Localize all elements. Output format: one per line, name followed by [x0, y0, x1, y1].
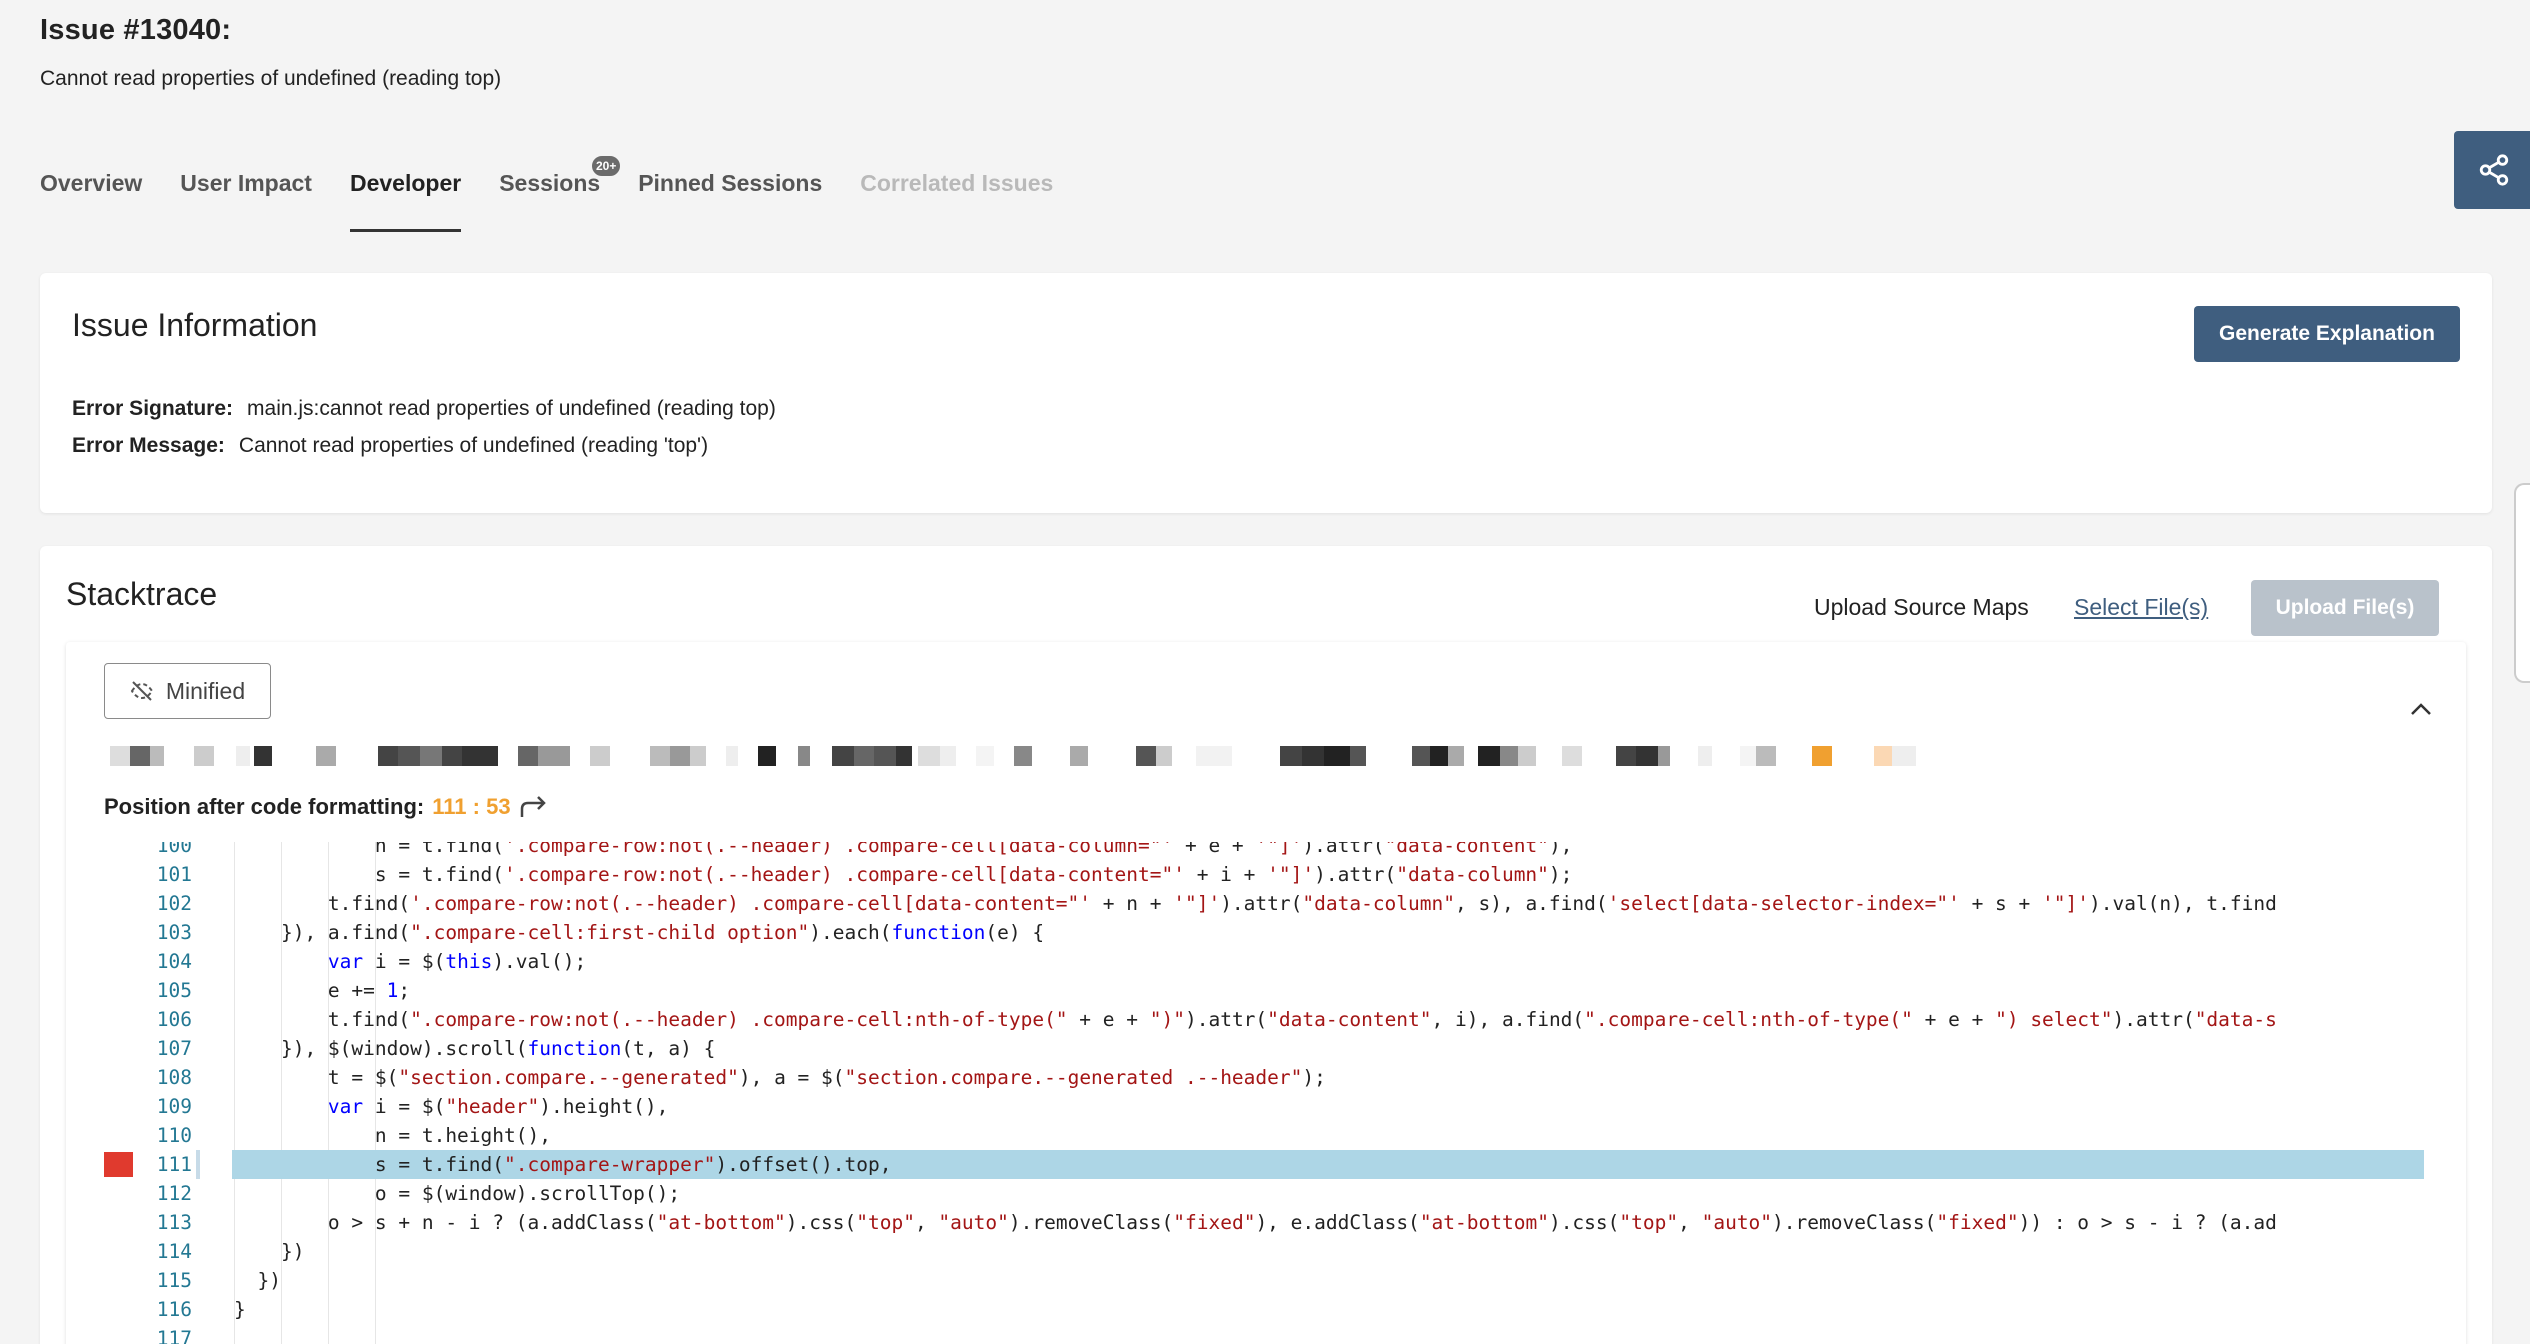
issue-header: Issue #13040: Cannot read properties of …: [40, 14, 501, 91]
jump-to-line-icon[interactable]: [519, 795, 549, 819]
stack-frame-panel: Minified Position after code formatting:…: [66, 642, 2466, 1344]
line-code: e += 1;: [234, 979, 411, 1002]
line-code: n = t.find('.compare-row:not(.--header) …: [234, 842, 1573, 857]
page-scroll-handle[interactable]: [2514, 483, 2530, 683]
issue-information-title: Issue Information: [72, 307, 318, 343]
issue-information-card: Issue Information Generate Explanation E…: [40, 273, 2492, 513]
line-code: s = t.find(".compare-wrapper").offset().…: [234, 1153, 892, 1176]
code-line: 102 t.find('.compare-row:not(.--header) …: [104, 889, 2424, 918]
code-line: 109 var i = $("header").height(),: [104, 1092, 2424, 1121]
tab-correlated-issues: Correlated Issues: [860, 170, 1054, 196]
line-number: 112: [156, 1182, 192, 1205]
tab-sessions[interactable]: Sessions 20+: [499, 150, 623, 232]
share-icon: [2479, 154, 2509, 186]
share-button[interactable]: [2454, 131, 2530, 209]
gutter-marker: [196, 1150, 200, 1179]
code-line: 106 t.find(".compare-row:not(.--header) …: [104, 1005, 2424, 1034]
tab-sessions-label: Sessions: [499, 170, 601, 196]
tab-overview[interactable]: Overview: [40, 150, 142, 232]
line-number: 102: [156, 892, 192, 915]
sessions-count-badge: 20+: [590, 154, 623, 178]
line-code: var i = $("header").height(),: [327, 1095, 669, 1118]
line-code: }: [234, 1298, 246, 1321]
tab-bar: Overview User Impact Developer Sessions …: [40, 150, 1091, 235]
line-number: 116: [156, 1298, 192, 1321]
line-number: 104: [156, 950, 192, 973]
code-line: 103 }), a.find(".compare-cell:first-chil…: [104, 918, 2424, 947]
line-code: }): [234, 1240, 305, 1263]
issue-title: Cannot read properties of undefined (rea…: [40, 67, 502, 90]
upload-source-maps-label: Upload Source Maps: [1814, 594, 2029, 620]
line-number: 109: [156, 1095, 192, 1118]
line-number: 103: [156, 921, 192, 944]
line-number: 113: [156, 1211, 192, 1234]
code-line: 101 s = t.find('.compare-row:not(.--head…: [104, 860, 2424, 889]
line-number: 115: [156, 1269, 192, 1292]
code-line: 113 o > s + n - i ? (a.addClass("at-bott…: [104, 1208, 2424, 1237]
line-code: o > s + n - i ? (a.addClass("at-bottom")…: [234, 1211, 2277, 1234]
line-code: n = t.height(),: [234, 1124, 551, 1147]
position-value: 111 : 53: [432, 794, 511, 819]
error-message-value: Cannot read properties of undefined (rea…: [238, 434, 709, 457]
minified-toggle-button[interactable]: Minified: [104, 663, 271, 719]
line-code: var i = $(this).val();: [327, 950, 587, 973]
code-line: 112 o = $(window).scrollTop();: [104, 1179, 2424, 1208]
code-line: 104 var i = $(this).val();: [104, 947, 2424, 976]
code-line: 108 t = $("section.compare.--generated")…: [104, 1063, 2424, 1092]
position-label: Position after code formatting:: [104, 794, 425, 819]
line-code: t = $("section.compare.--generated"), a …: [234, 1066, 1326, 1089]
upload-files-button[interactable]: Upload File(s): [2251, 580, 2439, 636]
code-line: 114 }): [104, 1237, 2424, 1266]
tab-pinned-sessions[interactable]: Pinned Sessions: [638, 150, 822, 232]
stacktrace-card: Stacktrace Upload Source Maps Select Fil…: [40, 546, 2492, 1344]
error-message-label: Error Message:: [72, 434, 225, 457]
line-code: s = t.find('.compare-row:not(.--header) …: [234, 863, 1573, 886]
code-viewer[interactable]: 100 n = t.find('.compare-row:not(.--head…: [104, 842, 2424, 1344]
stacktrace-title: Stacktrace: [66, 576, 218, 612]
code-line: 100 n = t.find('.compare-row:not(.--head…: [104, 842, 2424, 860]
error-signature-value: main.js:cannot read properties of undefi…: [247, 397, 776, 420]
line-number: 110: [156, 1124, 192, 1147]
tab-user-impact[interactable]: User Impact: [180, 150, 312, 232]
redacted-file-path: [110, 746, 1930, 768]
line-number: 100: [156, 842, 192, 857]
minified-label: Minified: [165, 677, 246, 704]
tab-developer[interactable]: Developer: [349, 150, 462, 232]
code-line: 107 }), $(window).scroll(function(t, a) …: [104, 1034, 2424, 1063]
line-number: 105: [156, 979, 192, 1002]
issue-id: Issue #13040:: [40, 14, 232, 46]
error-message-row: Error Message: Cannot read properties of …: [72, 434, 708, 458]
error-signature-label: Error Signature:: [72, 397, 234, 420]
code-line: 105 e += 1;: [104, 976, 2424, 1005]
line-code: o = $(window).scrollTop();: [234, 1182, 681, 1205]
chevron-up-icon[interactable]: [2410, 702, 2432, 716]
code-line: 116}: [104, 1295, 2424, 1324]
line-number: 117: [156, 1327, 192, 1344]
line-code: }): [234, 1269, 281, 1292]
generate-explanation-button[interactable]: Generate Explanation: [2194, 306, 2460, 362]
code-line: 110 n = t.height(),: [104, 1121, 2424, 1150]
eye-off-icon: [130, 681, 154, 701]
error-signature-row: Error Signature: main.js:cannot read prop…: [72, 397, 776, 421]
line-number: 107: [156, 1037, 192, 1060]
code-line: 117: [104, 1324, 2424, 1344]
line-number: 114: [156, 1240, 192, 1263]
position-after-formatting: Position after code formatting: 111 : 53: [104, 794, 549, 820]
select-files-link[interactable]: Select File(s): [2074, 594, 2208, 621]
code-line: 111 s = t.find(".compare-wrapper").offse…: [104, 1150, 2424, 1179]
code-line: 115 }): [104, 1266, 2424, 1295]
line-code: }), $(window).scroll(function(t, a) {: [234, 1037, 716, 1060]
line-code: t.find(".compare-row:not(.--header) .com…: [234, 1008, 2277, 1031]
line-number: 108: [156, 1066, 192, 1089]
line-number: 111: [156, 1153, 192, 1176]
line-number: 101: [156, 863, 192, 886]
line-code: t.find('.compare-row:not(.--header) .com…: [234, 892, 2277, 915]
line-code: }), a.find(".compare-cell:first-child op…: [234, 921, 1045, 944]
line-number: 106: [156, 1008, 192, 1031]
